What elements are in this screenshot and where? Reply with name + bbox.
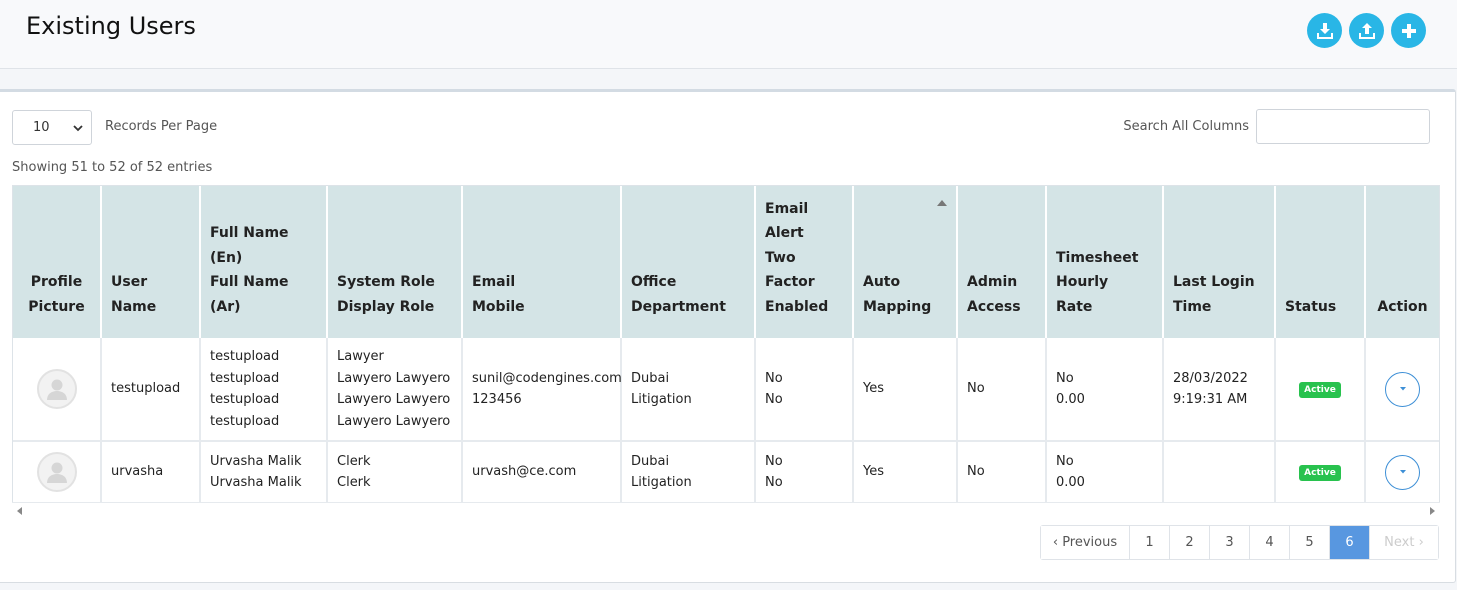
role-cell: Lawyer Lawyero Lawyero Lawyero Lawyero Lawy…: [327, 338, 463, 442]
records-per-page-label: Records Per Page: [105, 119, 218, 134]
col-office-department[interactable]: Office Department: [621, 186, 756, 338]
chevron-down-icon: [73, 125, 83, 132]
status-badge: Active: [1299, 382, 1341, 399]
col-admin-access[interactable]: Admin Access: [957, 186, 1047, 338]
table-info: Showing 51 to 52 of 52 entries: [12, 160, 213, 175]
records-per-page-select[interactable]: 10: [12, 110, 92, 145]
upload-icon: [1358, 22, 1375, 39]
user-placeholder-icon: [46, 462, 67, 483]
scroll-left-icon[interactable]: [17, 507, 22, 515]
auto-mapping-cell: Yes: [853, 441, 958, 504]
timesheet-cell: No 0.00: [1046, 338, 1164, 442]
auto-mapping-cell: Yes: [853, 338, 958, 442]
table-row: testupload testupload testupload testuploa…: [13, 338, 1439, 442]
profile-picture-cell: [13, 338, 102, 442]
col-profile-picture[interactable]: Profile Picture: [13, 186, 102, 338]
status-badge: Active: [1299, 465, 1341, 482]
page-3-button[interactable]: 3: [1210, 526, 1250, 559]
username-cell: urvasha: [101, 441, 201, 504]
avatar: [36, 452, 77, 492]
admin-access-cell: No: [957, 338, 1047, 442]
page-4-button[interactable]: 4: [1250, 526, 1290, 559]
last-login-cell: 28/03/2022 9:19:31 AM: [1163, 338, 1276, 442]
next-page-button[interactable]: Next ›: [1370, 526, 1438, 559]
horizontal-scrollbar[interactable]: [12, 502, 1440, 518]
col-role[interactable]: System Role Display Role: [327, 186, 463, 338]
page-title: Existing Users: [26, 12, 196, 40]
status-cell: Active: [1275, 338, 1366, 442]
page-2-button[interactable]: 2: [1170, 526, 1210, 559]
action-cell: [1365, 441, 1439, 504]
caret-down-icon: [1399, 470, 1406, 474]
col-email-alert-2fa[interactable]: Email Alert Two Factor Enabled: [755, 186, 854, 338]
status-cell: Active: [1275, 441, 1366, 504]
timesheet-cell: No 0.00: [1046, 441, 1164, 504]
search-label: Search All Columns: [1123, 119, 1249, 134]
sort-asc-icon: [937, 200, 947, 206]
email-mobile-cell: sunil@codengines.com 123456: [462, 338, 622, 442]
full-name-cell: Urvasha Malik Urvasha Malik: [200, 441, 328, 504]
add-user-button[interactable]: [1391, 13, 1426, 48]
role-cell: Clerk Clerk: [327, 441, 463, 504]
col-status[interactable]: Status: [1275, 186, 1366, 338]
table-header-row: Profile Picture User Name Full Name (En) Ful…: [13, 186, 1439, 338]
last-login-cell: [1163, 441, 1276, 504]
col-last-login[interactable]: Last Login Time: [1163, 186, 1276, 338]
scroll-right-icon[interactable]: [1430, 507, 1435, 515]
row-action-button[interactable]: [1385, 371, 1420, 407]
users-card: 10 Records Per Page Search All Columns S…: [0, 89, 1456, 583]
page-6-button[interactable]: 6: [1330, 526, 1370, 559]
users-table: Profile Picture User Name Full Name (En) Ful…: [13, 186, 1439, 504]
header-actions: [1307, 13, 1426, 48]
page-1-button[interactable]: 1: [1130, 526, 1170, 559]
plus-icon: [1401, 23, 1416, 38]
admin-access-cell: No: [957, 441, 1047, 504]
caret-down-icon: [1399, 387, 1406, 391]
col-full-name[interactable]: Full Name (En) Full Name (Ar): [200, 186, 328, 338]
chevron-left-icon: ‹: [1052, 535, 1059, 550]
email-2fa-cell: No No: [755, 441, 854, 504]
avatar: [36, 369, 77, 409]
col-email-mobile[interactable]: Email Mobile: [462, 186, 622, 338]
upload-button[interactable]: [1349, 13, 1384, 48]
records-per-page-value: 10: [33, 120, 50, 135]
email-2fa-cell: No No: [755, 338, 854, 442]
col-timesheet-rate[interactable]: Timesheet Hourly Rate: [1046, 186, 1164, 338]
download-button[interactable]: [1307, 13, 1342, 48]
pagination: ‹ Previous 1 2 3 4 5 6 Next ›: [1040, 525, 1439, 560]
profile-picture-cell: [13, 441, 102, 504]
action-cell: [1365, 338, 1439, 442]
search-input[interactable]: [1256, 109, 1430, 144]
users-table-wrapper: Profile Picture User Name Full Name (En) Ful…: [12, 185, 1440, 517]
office-cell: Dubai Litigation: [621, 441, 756, 504]
full-name-cell: testupload testupload testupload testupload: [200, 338, 328, 442]
user-placeholder-icon: [46, 379, 67, 400]
office-cell: Dubai Litigation: [621, 338, 756, 442]
col-user-name[interactable]: User Name: [101, 186, 201, 338]
row-action-button[interactable]: [1385, 454, 1420, 490]
download-icon: [1316, 22, 1333, 39]
username-cell: testupload: [101, 338, 201, 442]
col-auto-mapping[interactable]: Auto Mapping: [853, 186, 958, 338]
chevron-right-icon: ›: [1418, 535, 1424, 550]
top-bar: Existing Users: [0, 0, 1457, 69]
email-mobile-cell: urvash@ce.com: [462, 441, 622, 504]
previous-page-button[interactable]: ‹ Previous: [1041, 526, 1130, 559]
page-5-button[interactable]: 5: [1290, 526, 1330, 559]
col-action: Action: [1365, 186, 1439, 338]
table-row: urvasha Urvasha Malik Urvasha Malik Clerk…: [13, 441, 1439, 504]
